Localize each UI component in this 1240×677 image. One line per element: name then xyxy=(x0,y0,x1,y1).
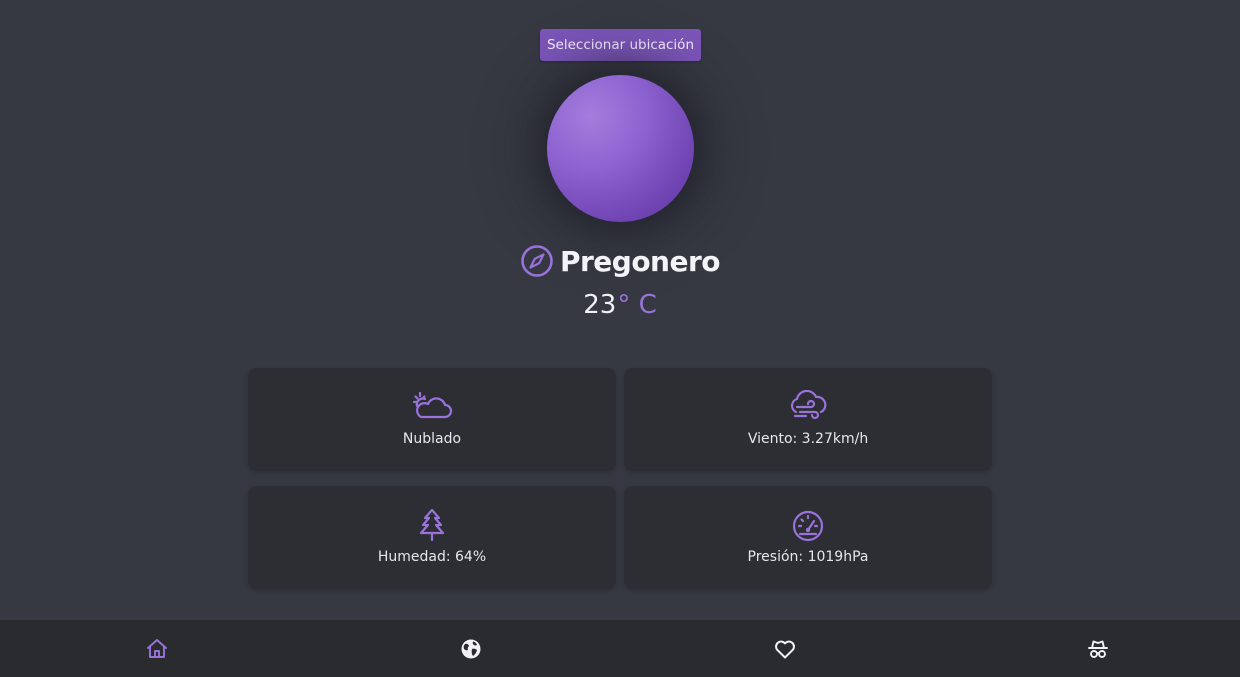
nav-home[interactable] xyxy=(144,636,170,662)
bottom-navbar xyxy=(0,620,1240,677)
temperature-unit: ° C xyxy=(617,290,657,320)
pressure-card: Presión: 1019hPa xyxy=(624,486,992,589)
gauge-icon xyxy=(787,508,829,542)
pressure-label: Presión: 1019hPa xyxy=(747,549,869,565)
nav-favorites[interactable] xyxy=(772,636,798,662)
city-name: Pregonero xyxy=(559,244,721,278)
home-icon xyxy=(147,639,167,658)
heart-icon xyxy=(775,640,795,659)
compass-icon xyxy=(520,244,554,278)
location-heading: Pregonero xyxy=(0,244,1240,278)
condition-label: Nublado xyxy=(402,431,462,447)
wind-cloud-icon xyxy=(787,390,829,424)
wind-card: Viento: 3.27km/h xyxy=(624,368,992,471)
wind-label: Viento: 3.27km/h xyxy=(747,431,869,447)
nav-explore[interactable] xyxy=(458,636,484,662)
select-location-button[interactable]: Seleccionar ubicación xyxy=(540,29,701,61)
humidity-card: Humedad: 64% xyxy=(248,486,616,589)
temperature-value: 23 xyxy=(583,290,617,320)
condition-card: Nublado xyxy=(248,368,616,471)
spy-icon xyxy=(1088,640,1108,658)
tree-icon xyxy=(411,508,453,542)
globe-icon xyxy=(461,639,481,659)
cloud-sun-icon xyxy=(411,390,453,424)
nav-incognito[interactable] xyxy=(1085,636,1111,662)
temperature: 23 ° C xyxy=(0,290,1240,320)
weather-app: Seleccionar ubicación Pregonero 23 ° C N… xyxy=(0,0,1240,677)
weather-orb xyxy=(547,75,694,222)
humidity-label: Humedad: 64% xyxy=(377,549,487,565)
